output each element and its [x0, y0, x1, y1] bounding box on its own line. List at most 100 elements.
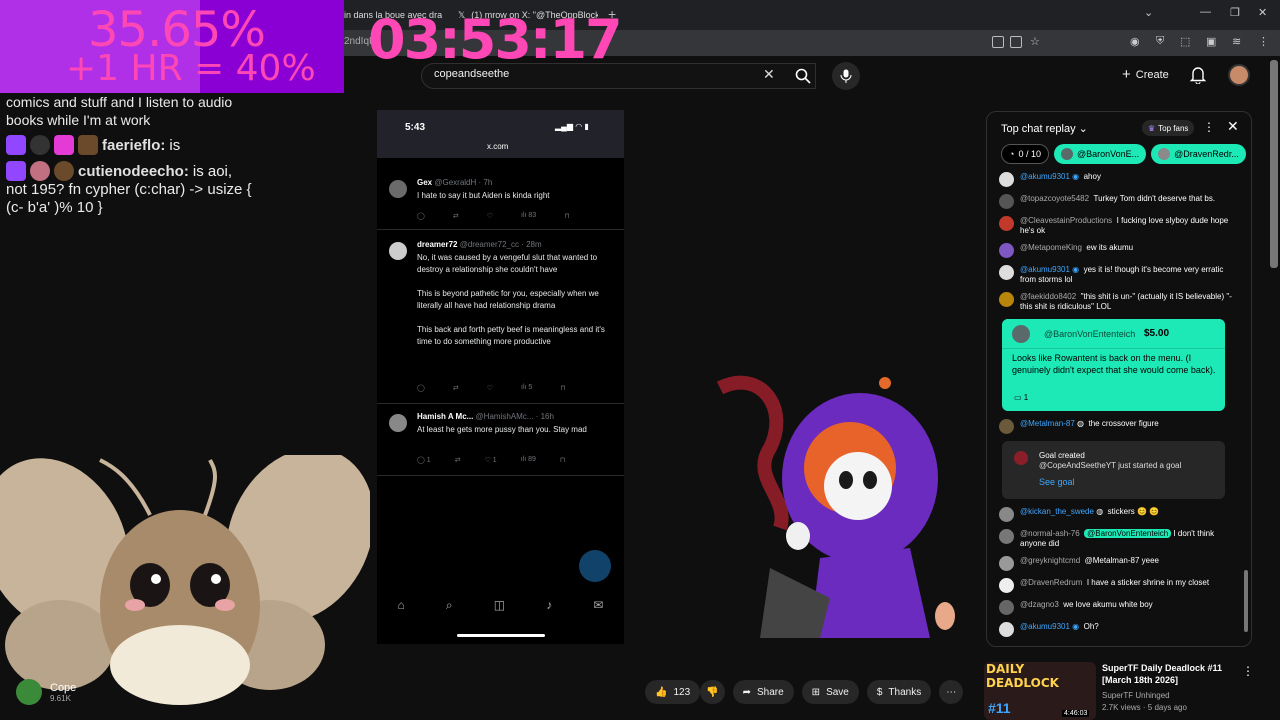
chat-username[interactable]: @akumu9301 [1020, 172, 1070, 181]
microphone-icon [840, 69, 852, 83]
tweet-likes: 1 [492, 457, 497, 464]
chat-text: ahoy [1083, 172, 1101, 181]
maximize-icon[interactable]: ❐ [1230, 6, 1240, 19]
notifications-button[interactable] [1189, 66, 1207, 89]
chat-username[interactable]: @kickan_the_swede [1020, 507, 1094, 516]
extensions-icon[interactable]: ⬚ [1180, 35, 1190, 48]
voice-search-button[interactable] [832, 62, 860, 90]
tweet-header: dreamer72 @dreamer72_cc · 28m [417, 240, 542, 249]
chat-username[interactable]: @akumu9301 [1020, 622, 1070, 631]
close-window-icon[interactable]: ✕ [1258, 6, 1267, 19]
retweet-icon: ⇄ [452, 385, 459, 392]
chat-options-icon[interactable]: ⋮ [1203, 120, 1215, 134]
chat-text: @Metalman-87 yeee [1084, 556, 1159, 565]
tweet-avatar [389, 180, 407, 198]
verified-icon: ◉ [1072, 172, 1080, 181]
like-button[interactable]: 👍 123 [645, 680, 701, 704]
chat-message: @kickan_the_swede ◍ stickers 😊 😊 [999, 507, 1239, 522]
chat-username[interactable]: @MetapomeKing [1020, 243, 1082, 252]
tweet-avatar [389, 242, 407, 260]
video-meta: 2.7K views · 5 days ago [1102, 703, 1187, 712]
chat-avatar [999, 600, 1014, 615]
more-actions-button[interactable]: ⋯ [939, 680, 964, 704]
tab-list-icon[interactable]: ⌄ [1144, 6, 1153, 19]
verified-icon: ◉ [1072, 265, 1080, 274]
recommended-video[interactable]: DAILY DEADLOCK #11 4:46:03 SuperTF Daily… [984, 662, 1274, 720]
chat-username[interactable]: @DravenRedrum [1020, 578, 1082, 587]
chat-username[interactable]: @Metalman-87 [1020, 419, 1075, 428]
ticker-user: @DravenRedr... [1174, 149, 1239, 159]
super-chat[interactable]: @BaronVonEntenteich $5.00 Looks like Row… [1002, 319, 1225, 411]
close-chat-icon[interactable]: ✕ [1227, 118, 1239, 135]
goal-progress-pill[interactable]: ◔ 0 / 10 [1001, 144, 1049, 164]
chat-mention[interactable]: @BaronVonEntenteich [1084, 529, 1172, 538]
ticker-pill[interactable]: @BaronVonE... [1053, 144, 1147, 164]
save-label: Save [826, 686, 849, 698]
top-fans-button[interactable]: ♛ Top fans [1142, 120, 1195, 136]
super-chat-replies[interactable]: ▭ 1 [1014, 393, 1028, 402]
tweet-body: At least he gets more pussy than you. St… [417, 425, 587, 434]
twitch-badge-icon [6, 161, 26, 181]
phone-home-indicator [457, 634, 545, 637]
shield-icon[interactable]: ⛨ [1156, 35, 1164, 48]
super-chat-user: @BaronVonEntenteich [1044, 329, 1136, 339]
chat-avatar [999, 216, 1014, 231]
thanks-button[interactable]: $ Thanks [866, 680, 932, 704]
tweet-name: dreamer72 [417, 240, 458, 249]
video-channel[interactable]: SuperTF Unhinged [1102, 691, 1170, 700]
chat-messages: @akumu9301 ◉ ahoy @topazcoyote5482 Turke… [999, 172, 1239, 644]
chat-username[interactable]: @akumu9301 [1020, 265, 1070, 274]
account-avatar[interactable] [1228, 64, 1250, 86]
save-button[interactable]: ⊞ Save [801, 680, 859, 704]
menu-icon[interactable]: ⋮ [1258, 35, 1269, 48]
screenshot-icon[interactable] [992, 36, 1004, 48]
search-button[interactable] [786, 62, 820, 90]
tweet-name: Hamish A Mc... [417, 412, 474, 421]
bookmark-star-icon[interactable]: ☆ [1030, 35, 1040, 48]
chat-username[interactable]: @topazcoyote5482 [1020, 194, 1089, 203]
channel-info[interactable]: Cope 9.61K [16, 679, 76, 705]
chat-scrollbar[interactable] [1244, 570, 1248, 632]
create-button[interactable]: + Create [1122, 66, 1169, 83]
retweet-icon: ⇄ [452, 213, 459, 220]
chat-username[interactable]: @dzagno3 [1020, 600, 1059, 609]
tweet-avatar [389, 414, 407, 432]
views-icon: ılı 5 [521, 384, 533, 391]
see-goal-link[interactable]: See goal [1039, 477, 1075, 487]
sidebar-icon[interactable]: ▣ [1206, 35, 1216, 48]
chat-username[interactable]: @normal-ash-76 [1020, 529, 1080, 538]
profile-icon[interactable]: ◉ [1130, 35, 1140, 48]
chat-ticker: ◔ 0 / 10 @BaronVonE... @DravenRedr... [1001, 144, 1246, 164]
chat-username[interactable]: @greyknightcmd [1020, 556, 1080, 565]
page-scrollbar[interactable] [1270, 60, 1278, 268]
save-icon: ⊞ [811, 686, 821, 698]
minimize-icon[interactable]: — [1200, 6, 1211, 18]
chat-text: Oh? [1083, 622, 1099, 631]
chat-avatar [999, 419, 1014, 434]
bookmark-icon: ⊓ [559, 457, 566, 464]
tweet-body: I hate to say it but Aiden is kinda righ… [417, 191, 550, 200]
clear-search-icon[interactable]: ✕ [763, 66, 775, 83]
install-icon[interactable] [1010, 36, 1022, 48]
chat-username[interactable]: @faekiddo8402 [1020, 292, 1076, 301]
video-title[interactable]: SuperTF Daily Deadlock #11 [March 18th 2… [1102, 662, 1232, 686]
ticker-avatar [1158, 148, 1171, 160]
more-options-icon[interactable]: ⋮ [1242, 664, 1254, 678]
goal-ring-icon: ◔ [1009, 149, 1015, 159]
search-query[interactable]: copeandseethe [434, 68, 509, 80]
channel-avatar[interactable] [16, 679, 42, 705]
video-duration: 4:46:03 [1062, 710, 1090, 717]
share-button[interactable]: ➦ Share [732, 680, 794, 704]
wallet-icon[interactable]: ≋ [1232, 35, 1241, 48]
chat-mode-selector[interactable]: Top chat replay ⌄ [1001, 122, 1088, 135]
tweet-views: 89 [528, 456, 536, 463]
chat-message: @CleavestainProductions I fucking love s… [999, 216, 1239, 236]
dislike-button[interactable]: 👎 [700, 680, 725, 704]
chat-username[interactable]: @CleavestainProductions [1020, 216, 1112, 225]
channel-name[interactable]: Cope [50, 682, 76, 694]
chat-log-text: is aoi, [192, 162, 233, 180]
ticker-pill[interactable]: @DravenRedr... [1151, 144, 1246, 164]
video-thumbnail[interactable]: DAILY DEADLOCK #11 4:46:03 [984, 662, 1096, 720]
chat-message: @akumu9301 ◉ Oh? [999, 622, 1239, 637]
tweet-actions: ◯ ⇄ ♡ ılı 5 ⊓ [417, 384, 566, 392]
